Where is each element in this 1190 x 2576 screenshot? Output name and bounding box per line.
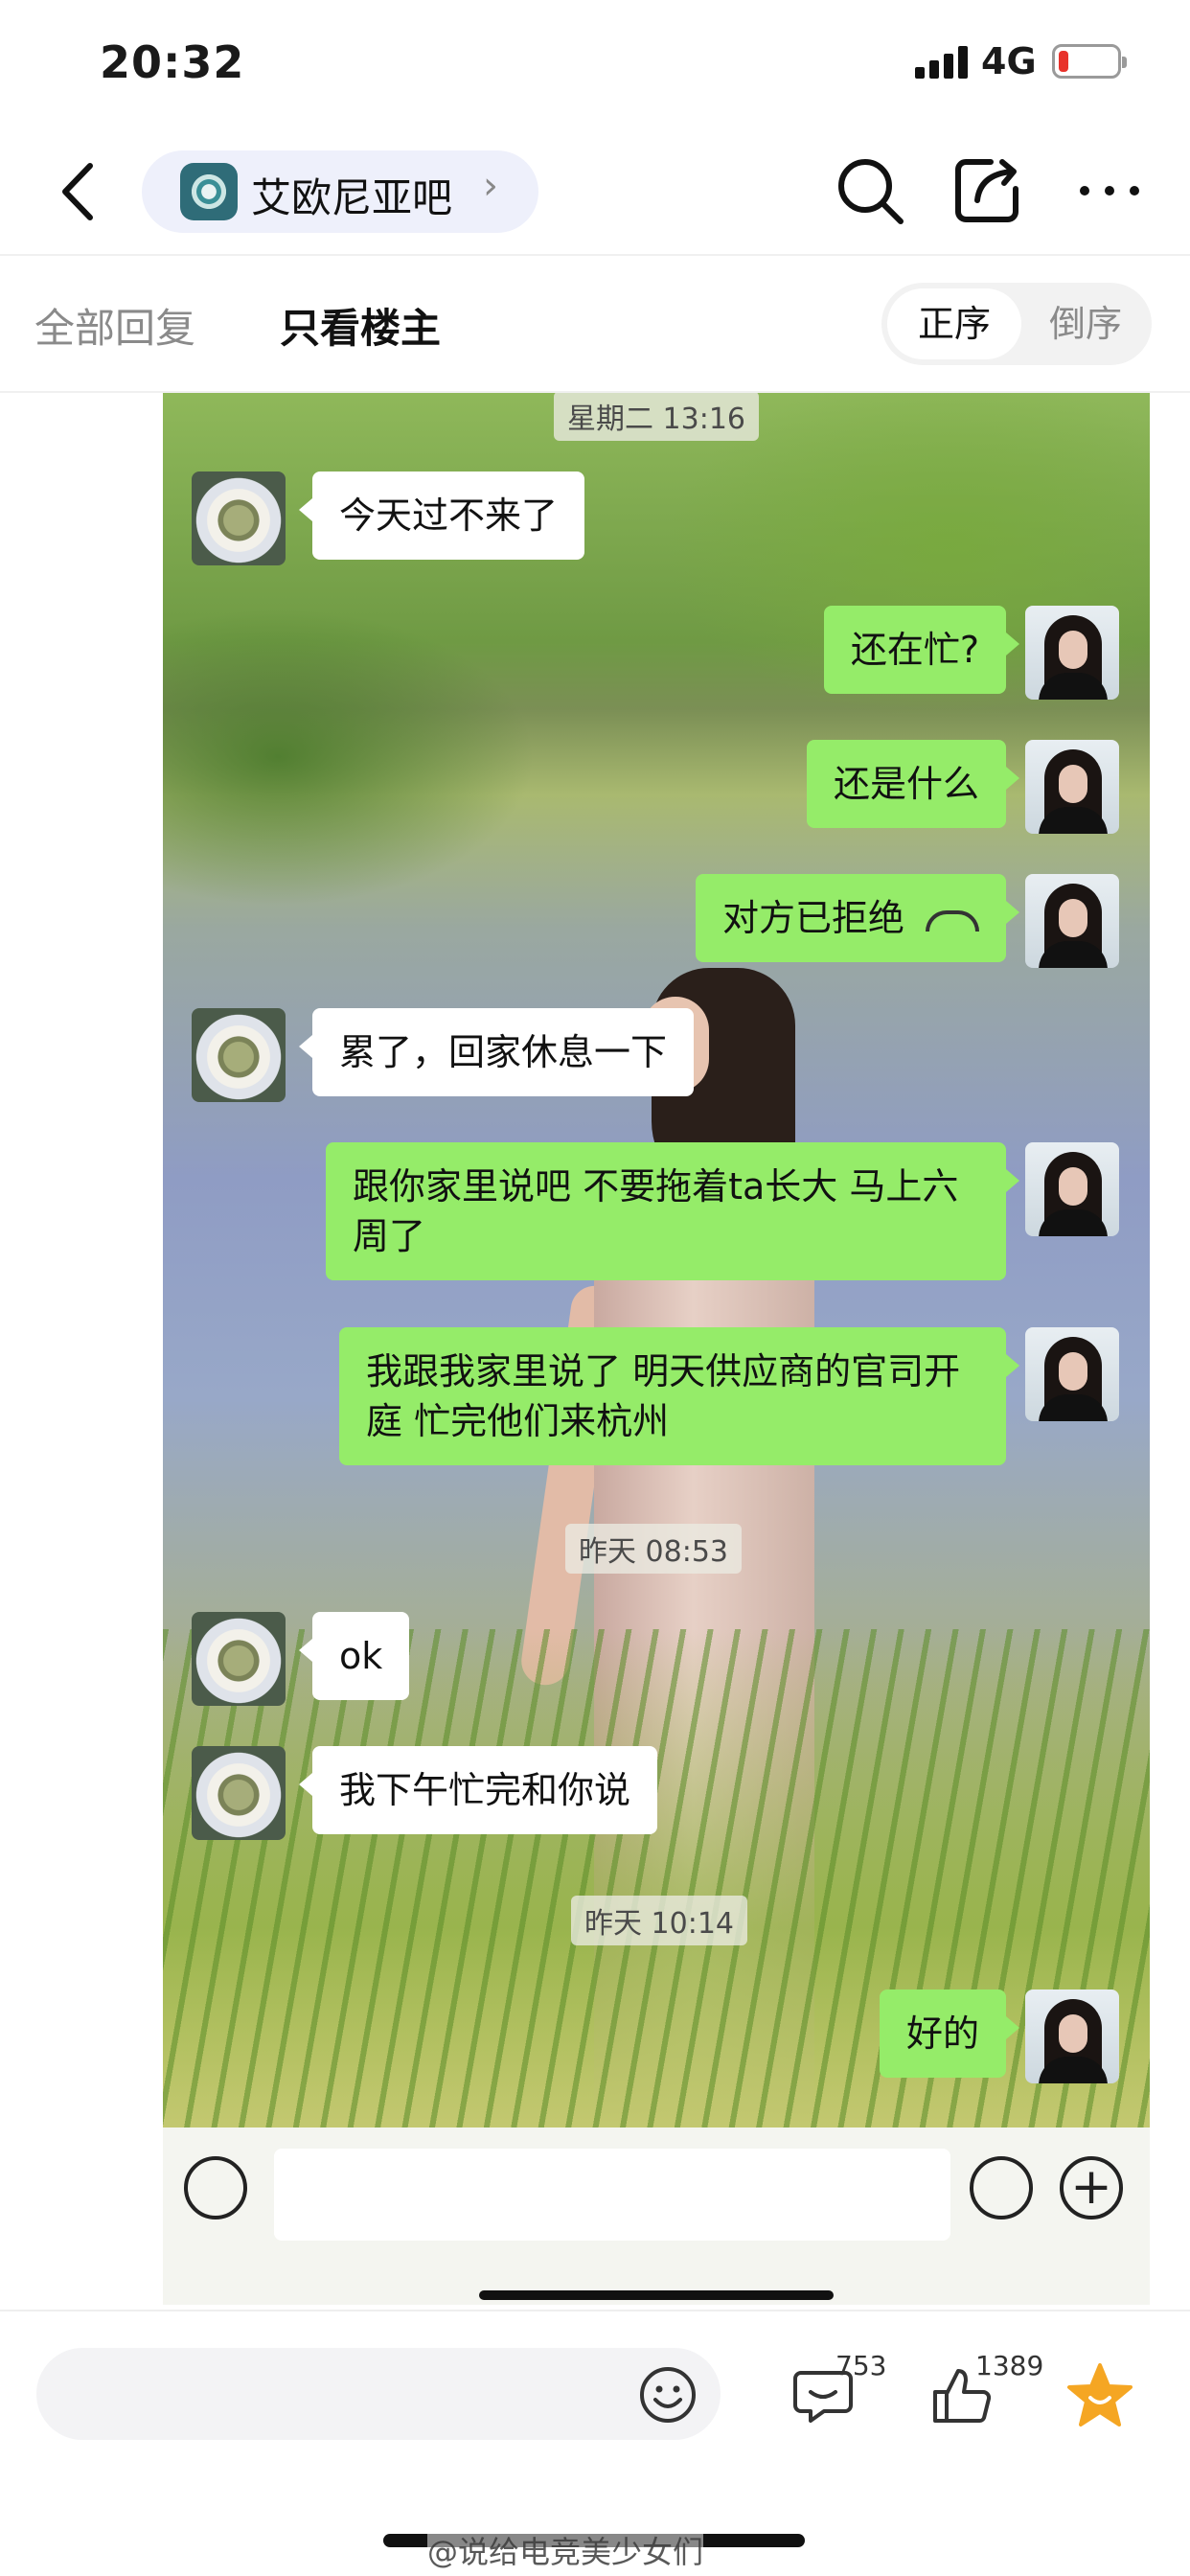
tab-all-replies[interactable]: 全部回复 <box>34 296 195 355</box>
status-bar: 20:32 4G <box>0 0 1190 129</box>
comment-count: 753 <box>835 2350 887 2381</box>
emoji-icon <box>970 2156 1033 2220</box>
contact-avatar <box>192 1746 286 1840</box>
nav-bar: 艾欧尼亚吧 › <box>0 129 1190 254</box>
contact-avatar <box>192 1008 286 1102</box>
chat-text-field <box>274 2149 950 2241</box>
chat-timestamp: 昨天 10:14 <box>571 1896 747 1945</box>
bottom-bar: 753 1389 @说给电竞美少女们 <box>0 2310 1190 2576</box>
more-icon[interactable] <box>1073 154 1146 227</box>
star-icon[interactable] <box>1065 2361 1134 2430</box>
contact-avatar <box>192 1612 286 1706</box>
call-status-text: 对方已拒绝 <box>721 897 904 939</box>
voice-icon <box>184 2156 247 2220</box>
outgoing-message: 跟你家里说吧 不要拖着ta长大 马上六周了 <box>326 1142 1019 1280</box>
self-avatar <box>1025 1142 1119 1236</box>
battery-icon <box>1052 44 1127 79</box>
share-icon[interactable] <box>952 154 1025 227</box>
network-label: 4G <box>981 40 1037 82</box>
like-count: 1389 <box>975 2350 1044 2381</box>
order-toggle: 正序 倒序 <box>881 283 1152 365</box>
chat-screenshot-image[interactable]: 星期二 13:16 今天过不来了 还在忙? 还是什么 对方已拒绝 累了，回家休息… <box>163 393 1150 2305</box>
forum-avatar <box>180 163 238 220</box>
watermark: @说给电竞美少女们 <box>427 2528 704 2572</box>
self-avatar <box>1025 1327 1119 1421</box>
order-asc-button[interactable]: 正序 <box>887 288 1021 359</box>
home-indicator <box>479 2290 834 2300</box>
chat-input-bar: + <box>163 2128 1150 2305</box>
self-avatar <box>1025 740 1119 834</box>
self-avatar <box>1025 1990 1119 2083</box>
chat-timestamp: 星期二 13:16 <box>554 393 759 441</box>
hangup-phone-icon <box>926 909 979 932</box>
search-icon[interactable] <box>834 154 906 227</box>
order-desc-button[interactable]: 倒序 <box>1025 288 1146 359</box>
call-declined-message: 对方已拒绝 <box>695 874 1020 962</box>
self-avatar <box>1025 874 1119 968</box>
chevron-right-icon: › <box>483 164 498 208</box>
outgoing-message: 还是什么 <box>806 740 1020 828</box>
status-time: 20:32 <box>100 36 245 88</box>
filter-bar: 全部回复 只看楼主 正序 倒序 <box>0 254 1190 393</box>
signal-icon <box>915 46 969 79</box>
incoming-message: 累了，回家休息一下 <box>298 1008 695 1096</box>
emoji-icon[interactable] <box>638 2365 698 2425</box>
reply-input[interactable] <box>36 2348 721 2440</box>
contact-avatar <box>192 472 286 565</box>
forum-name: 艾欧尼亚吧 <box>251 174 453 221</box>
forum-pill[interactable]: 艾欧尼亚吧 › <box>142 150 538 233</box>
outgoing-message: 还在忙? <box>823 606 1020 694</box>
chat-timestamp: 昨天 08:53 <box>565 1524 742 1574</box>
back-arrow-icon[interactable] <box>56 158 103 225</box>
self-avatar <box>1025 606 1119 700</box>
outgoing-message: 好的 <box>879 1990 1020 2078</box>
incoming-message: 今天过不来了 <box>298 472 585 560</box>
plus-icon: + <box>1060 2156 1123 2220</box>
incoming-message: ok <box>298 1612 410 1700</box>
tab-op-only[interactable]: 只看楼主 <box>280 296 441 355</box>
outgoing-message: 我跟我家里说了 明天供应商的官司开庭 忙完他们来杭州 <box>339 1327 1019 1465</box>
incoming-message: 我下午忙完和你说 <box>298 1746 658 1834</box>
